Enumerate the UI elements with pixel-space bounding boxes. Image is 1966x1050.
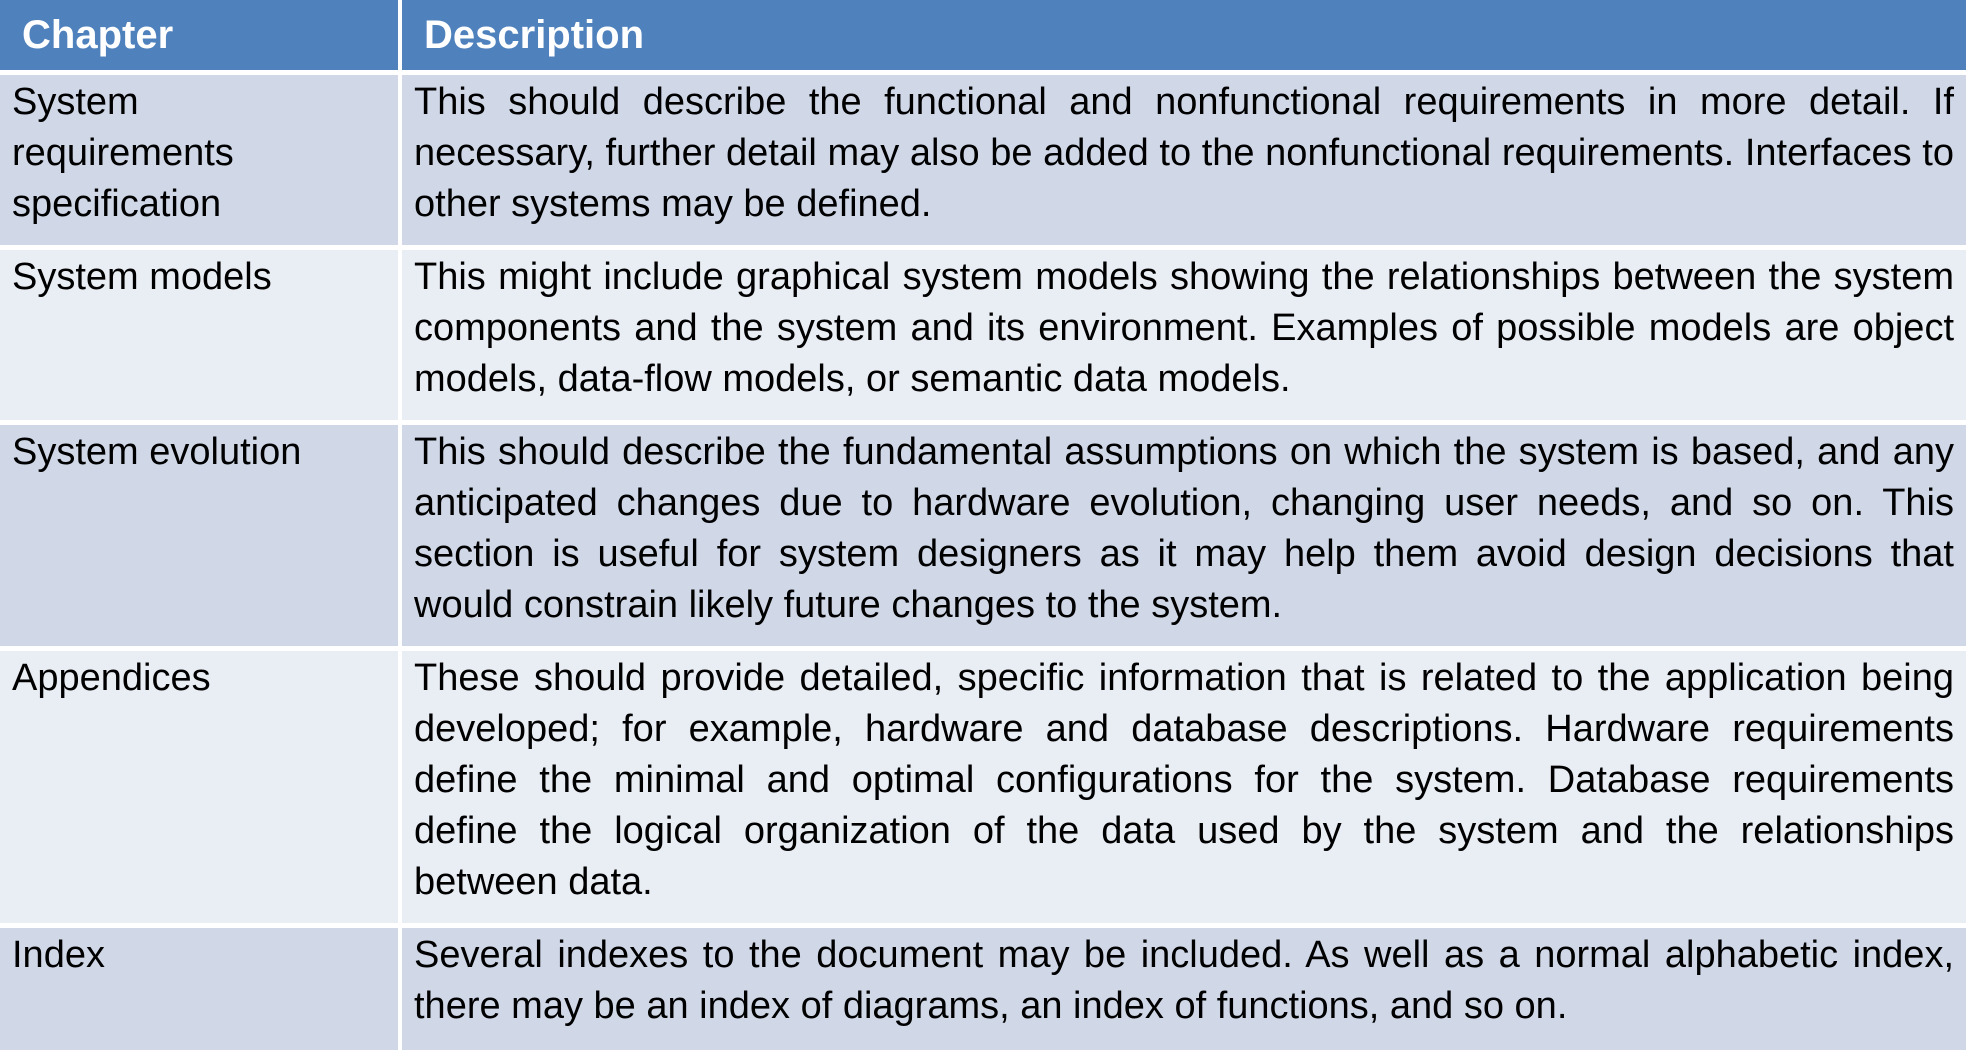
table-row-description: Several indexes to the document may be i… bbox=[402, 928, 1966, 1050]
header-chapter: Chapter bbox=[0, 0, 398, 70]
header-description: Description bbox=[402, 0, 1966, 70]
table-row-description: This might include graphical system mode… bbox=[402, 250, 1966, 420]
chapter-line: System bbox=[12, 81, 139, 123]
table-row-chapter: Appendices bbox=[0, 651, 398, 923]
chapter-line: specification bbox=[12, 183, 222, 225]
chapter-line: requirements bbox=[12, 132, 234, 174]
requirements-document-table: Chapter Description System requirements … bbox=[0, 0, 1966, 1050]
table-row-description: These should provide detailed, specific … bbox=[402, 651, 1966, 923]
table-row-chapter: System models bbox=[0, 250, 398, 420]
table-row-description: This should describe the fundamental ass… bbox=[402, 425, 1966, 646]
table-row-chapter: System evolution bbox=[0, 425, 398, 646]
table-row-chapter: Index bbox=[0, 928, 398, 1050]
table-row-chapter: System requirements specification bbox=[0, 75, 398, 245]
table-row-description: This should describe the functional and … bbox=[402, 75, 1966, 245]
